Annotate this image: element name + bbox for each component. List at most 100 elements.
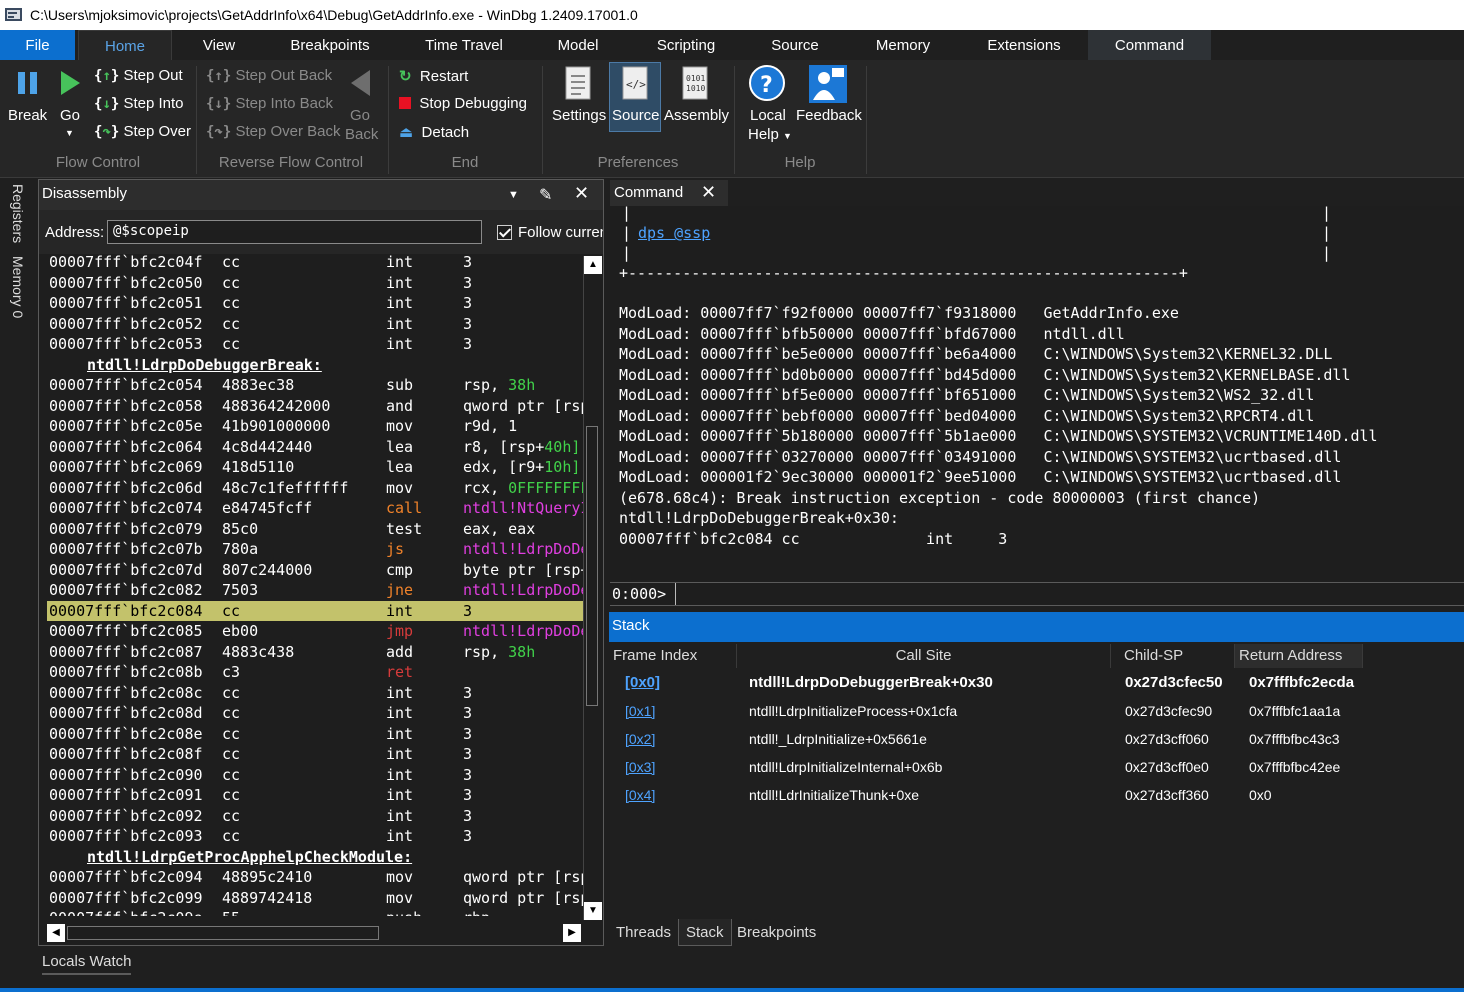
scroll-right-arrow-icon[interactable]: ▶ [563,924,581,942]
disassembly-line[interactable]: 00007fff`bfc2c08f cc int 3 [47,744,583,764]
disassembly-line[interactable]: 00007fff`bfc2c094 48895c2410 mov qword ptr … [47,867,583,887]
disassembly-symbol-label[interactable]: ntdll!LdrpDoDebuggerBreak: [47,355,583,375]
scroll-up-arrow-icon[interactable]: ▲ [584,256,602,274]
step-out-back-button[interactable]: {↑} Step Out Back [206,67,332,84]
frame-index-link[interactable]: [0x4] [625,781,655,809]
break-button[interactable]: Break [8,107,47,124]
disassembly-line[interactable]: 00007fff`bfc2c093 cc int 3 [47,826,583,846]
close-icon[interactable]: ✕ [574,183,589,204]
tab-view[interactable]: View [186,30,252,60]
command-input-bar[interactable]: 0:000> [610,582,1464,606]
detach-button[interactable]: ⏏ Detach [399,123,469,141]
stack-row[interactable]: [0x4] ntdll!LdrInitializeThunk+0xe 0x27d3c… [609,781,1464,809]
tab-threads[interactable]: Threads [609,919,678,946]
disassembly-line[interactable]: 00007fff`bfc2c053 cc int 3 [47,334,583,354]
frame-index-link[interactable]: [0x1] [625,697,655,725]
disassembly-line[interactable]: 00007fff`bfc2c074 e84745fcff call ntdll!NtQ… [47,498,583,518]
settings-button[interactable]: Settings [552,107,606,124]
instruction-operands[interactable]: ntdll!LdrpDoDebuggerBreak+0x33 [463,539,583,559]
follow-current-checkbox[interactable] [497,225,512,240]
source-button[interactable]: Source [612,107,660,124]
tab-home[interactable]: Home [78,30,172,60]
local-help-button[interactable]: Help ▼ [748,126,792,143]
disassembly-line[interactable]: 00007fff`bfc2c079 85c0 test eax, eax [47,519,583,539]
disassembly-listing[interactable]: 00007fff`bfc2c04f cc int 3 00007fff`bfc2c050… [47,252,583,916]
step-into-button[interactable]: {↓} Step Into [94,95,184,112]
instruction-operands[interactable]: ntdll!LdrpDoDebuggerBreak+0x33 [463,580,583,600]
step-over-button[interactable]: {↷} Step Over [94,123,191,140]
tab-breakpoints-bottom[interactable]: Breakpoints [730,919,823,946]
disassembly-line[interactable]: 00007fff`bfc2c064 4c8d442440 lea r8, [rsp+4… [47,437,583,457]
tab-model[interactable]: Model [546,30,610,60]
disassembly-horizontal-scrollbar[interactable]: ◀ ▶ [47,924,581,942]
disassembly-current-line[interactable]: 00007fff`bfc2c084 cc int 3 [47,600,583,621]
frame-index-link[interactable]: [0x0] [625,669,660,697]
tab-command[interactable]: Command [1088,30,1211,60]
pause-icon[interactable] [16,70,40,96]
play-icon[interactable] [58,69,82,97]
disassembly-line[interactable]: 00007fff`bfc2c08d cc int 3 [47,703,583,723]
settings-icon[interactable] [563,65,593,101]
column-call-site[interactable]: Call Site [737,644,1111,668]
stack-row[interactable]: [0x0] ntdll!LdrpDoDebuggerBreak+0x30 0x27d… [609,669,1464,697]
frame-index-link[interactable]: [0x3] [625,753,655,781]
scroll-down-arrow-icon[interactable]: ▼ [584,902,602,920]
disassembly-line[interactable]: 00007fff`bfc2c08b c3 ret [47,662,583,682]
disassembly-line[interactable]: 00007fff`bfc2c099 4889742418 mov qword ptr … [47,888,583,908]
tab-extensions[interactable]: Extensions [976,30,1072,60]
stack-row[interactable]: [0x2] ntdll!_LdrpInitialize+0x5661e 0x27d3… [609,725,1464,753]
disassembly-line[interactable]: 00007fff`bfc2c091 cc int 3 [47,785,583,805]
panel-menu-chevron-icon[interactable]: ▼ [508,189,519,201]
command-output[interactable]: | | | dps @ssp | | | +------------------… [610,204,1464,580]
disassembly-line[interactable]: 00007fff`bfc2c054 4883ec38 sub rsp, 38h [47,375,583,395]
disassembly-line[interactable]: 00007fff`bfc2c08e cc int 3 [47,724,583,744]
address-input[interactable]: @$scopeip [107,220,482,244]
pin-icon[interactable]: ✎ [539,185,552,205]
disassembly-line[interactable]: 00007fff`bfc2c069 418d5110 lea edx, [r9+10h… [47,457,583,477]
go-dropdown-chevron-icon[interactable]: ▼ [65,128,74,138]
side-tab-memory-0[interactable]: Memory 0 [10,256,26,318]
disassembly-line[interactable]: 00007fff`bfc2c05e 41b901000000 mov r9d, 1 [47,416,583,436]
feedback-button[interactable]: Feedback [796,107,862,124]
frame-index-link[interactable]: [0x2] [625,725,655,753]
disassembly-line[interactable]: 00007fff`bfc2c090 cc int 3 [47,765,583,785]
tab-time-travel[interactable]: Time Travel [414,30,514,60]
column-child-sp[interactable]: Child-SP [1111,644,1235,668]
tab-memory[interactable]: Memory [864,30,942,60]
instruction-operands[interactable]: ntdll!NtQueryInformationThread [463,498,583,518]
disassembly-line[interactable]: 00007fff`bfc2c06d 48c7c1feffffff mov rcx, 0… [47,478,583,498]
disassembly-line[interactable]: 00007fff`bfc2c08c cc int 3 [47,683,583,703]
stack-row[interactable]: [0x3] ntdll!LdrpInitializeInternal+0x6b 0x… [609,753,1464,781]
tab-breakpoints[interactable]: Breakpoints [278,30,382,60]
assembly-binary-icon[interactable]: 0101 1010 [680,65,710,101]
disassembly-line[interactable]: 00007fff`bfc2c07b 780a js ntdll!LdrpDoDebug… [47,539,583,559]
column-frame-index[interactable]: Frame Index [609,644,737,668]
step-over-back-button[interactable]: {↷} Step Over Back [206,123,341,140]
disassembly-vertical-scrollbar[interactable]: ▲ ▼ [583,256,602,920]
tab-file[interactable]: File [0,30,75,60]
local-help-label-top[interactable]: Local [750,107,786,124]
restart-button[interactable]: ↻ Restart [399,67,468,85]
column-return-address[interactable]: Return Address [1235,644,1363,668]
scroll-left-arrow-icon[interactable]: ◀ [47,924,65,942]
disassembly-line[interactable]: 00007fff`bfc2c052 cc int 3 [47,314,583,334]
disassembly-line[interactable]: 00007fff`bfc2c087 4883c438 add rsp, 38h [47,642,583,662]
disassembly-line[interactable]: 00007fff`bfc2c07d 807c244000 cmp byte ptr [… [47,560,583,580]
disassembly-line[interactable]: 00007fff`bfc2c051 cc int 3 [47,293,583,313]
disassembly-symbol-label[interactable]: ntdll!LdrpGetProcApphelpCheckModule: [47,847,583,867]
side-tab-registers[interactable]: Registers [10,184,26,243]
tab-source[interactable]: Source [762,30,828,60]
disassembly-line[interactable]: 00007fff`bfc2c092 cc int 3 [47,806,583,826]
instruction-operands[interactable]: ntdll!LdrpDoDebuggerBreak+0x33 [463,621,583,641]
tab-scripting[interactable]: Scripting [644,30,728,60]
feedback-person-icon[interactable] [808,64,848,104]
source-code-icon[interactable]: </> [620,65,650,101]
disassembly-line[interactable]: 00007fff`bfc2c058 488364242000 and qword pt… [47,396,583,416]
locals-watch-tab[interactable]: Locals Watch [42,953,132,975]
stack-row[interactable]: [0x1] ntdll!LdrpInitializeProcess+0x1cfa 0… [609,697,1464,725]
disassembly-line[interactable]: 00007fff`bfc2c09e 55 push rbp [47,908,583,916]
go-button[interactable]: Go [60,107,80,124]
step-into-back-button[interactable]: {↓} Step Into Back [206,95,333,112]
dml-link-dps-ssp[interactable]: dps @ssp [638,223,710,243]
tab-stack[interactable]: Stack [678,919,732,946]
